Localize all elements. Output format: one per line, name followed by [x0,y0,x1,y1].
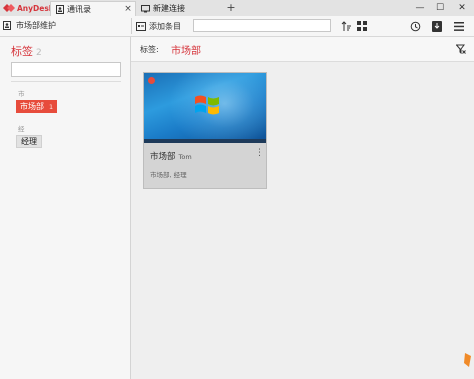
maximize-button[interactable]: ☐ [430,0,450,16]
tab-new-connection[interactable]: 新建连接 [137,1,223,16]
download-icon[interactable] [431,20,443,32]
brand-name: AnyDesk [17,3,54,13]
sidebar-divider [11,81,121,82]
tab-new-connection-label: 新建连接 [153,4,185,13]
grid-view-icon[interactable] [356,20,368,32]
tab-addressbook-label: 通讯录 [67,4,91,14]
card-tags: 市场部, 经理 [150,171,187,179]
offline-status-dot [148,77,155,84]
filter-bar: 标签: 市场部 [131,37,474,62]
title-bar: AnyDesk 通讯录 × 新建连接 + — ☐ ✕ [0,0,474,17]
tag-chip-count: 1 [49,102,54,111]
tag-search-input[interactable] [11,62,121,77]
monitor-tab-icon [141,4,150,13]
filter-label: 标签: [140,45,159,54]
main-content: 标签: 市场部 市场部 Tom ⋮ 市场部, 经理 [131,37,474,379]
address-card[interactable]: 市场部 Tom ⋮ 市场部, 经理 [143,72,267,189]
toolbar-divider [131,18,132,34]
addressbook-icon [3,21,12,30]
add-entry-button[interactable]: 添加条目 [136,19,192,33]
sort-icon[interactable] [340,20,352,32]
new-tab-button[interactable]: + [225,1,237,15]
search-input[interactable] [193,19,331,32]
card-title: 市场部 Tom [150,150,192,162]
sidebar-title-label: 标签 [11,45,33,58]
add-entry-label: 添加条目 [149,21,181,31]
sidebar-title: 标签 2 [11,43,42,59]
tag-group-letter: 经 [18,125,25,133]
windows-logo-icon [195,95,219,115]
tags-sidebar: 标签 2 市 市场部 1 经 经理 [0,37,131,379]
card-menu-button[interactable]: ⋮ [255,149,264,158]
clear-filter-icon[interactable] [455,43,466,54]
close-window-button[interactable]: ✕ [452,0,472,16]
toolbar: 市场部维护 添加条目 [0,16,474,37]
anydesk-logo-icon [3,3,15,13]
history-icon[interactable] [409,20,421,32]
addressbook-selector[interactable]: 市场部维护 [3,18,127,33]
tab-close-button[interactable]: × [123,4,133,14]
tag-chip-manager[interactable]: 经理 [16,135,42,148]
card-thumbnail [144,73,266,143]
desktop-taskbar [144,139,266,143]
addressbook-tab-icon [55,4,64,14]
add-entry-icon [136,21,146,31]
tag-count: 2 [36,48,42,58]
addressbook-name: 市场部维护 [16,21,56,30]
minimize-button[interactable]: — [410,0,430,16]
tab-addressbook[interactable]: 通讯录 × [50,1,136,16]
filter-value: 市场部 [171,46,201,57]
card-user: Tom [178,153,192,161]
tag-chip-marketing[interactable]: 市场部 1 [16,100,58,113]
anydesk-brand[interactable]: AnyDesk [0,0,54,16]
corner-decoration [464,353,471,367]
tag-group-letter: 市 [18,90,25,98]
tag-chip-label: 经理 [21,137,37,146]
tag-chip-label: 市场部 [20,102,44,111]
card-name: 市场部 [150,152,176,162]
menu-icon[interactable] [453,20,465,32]
